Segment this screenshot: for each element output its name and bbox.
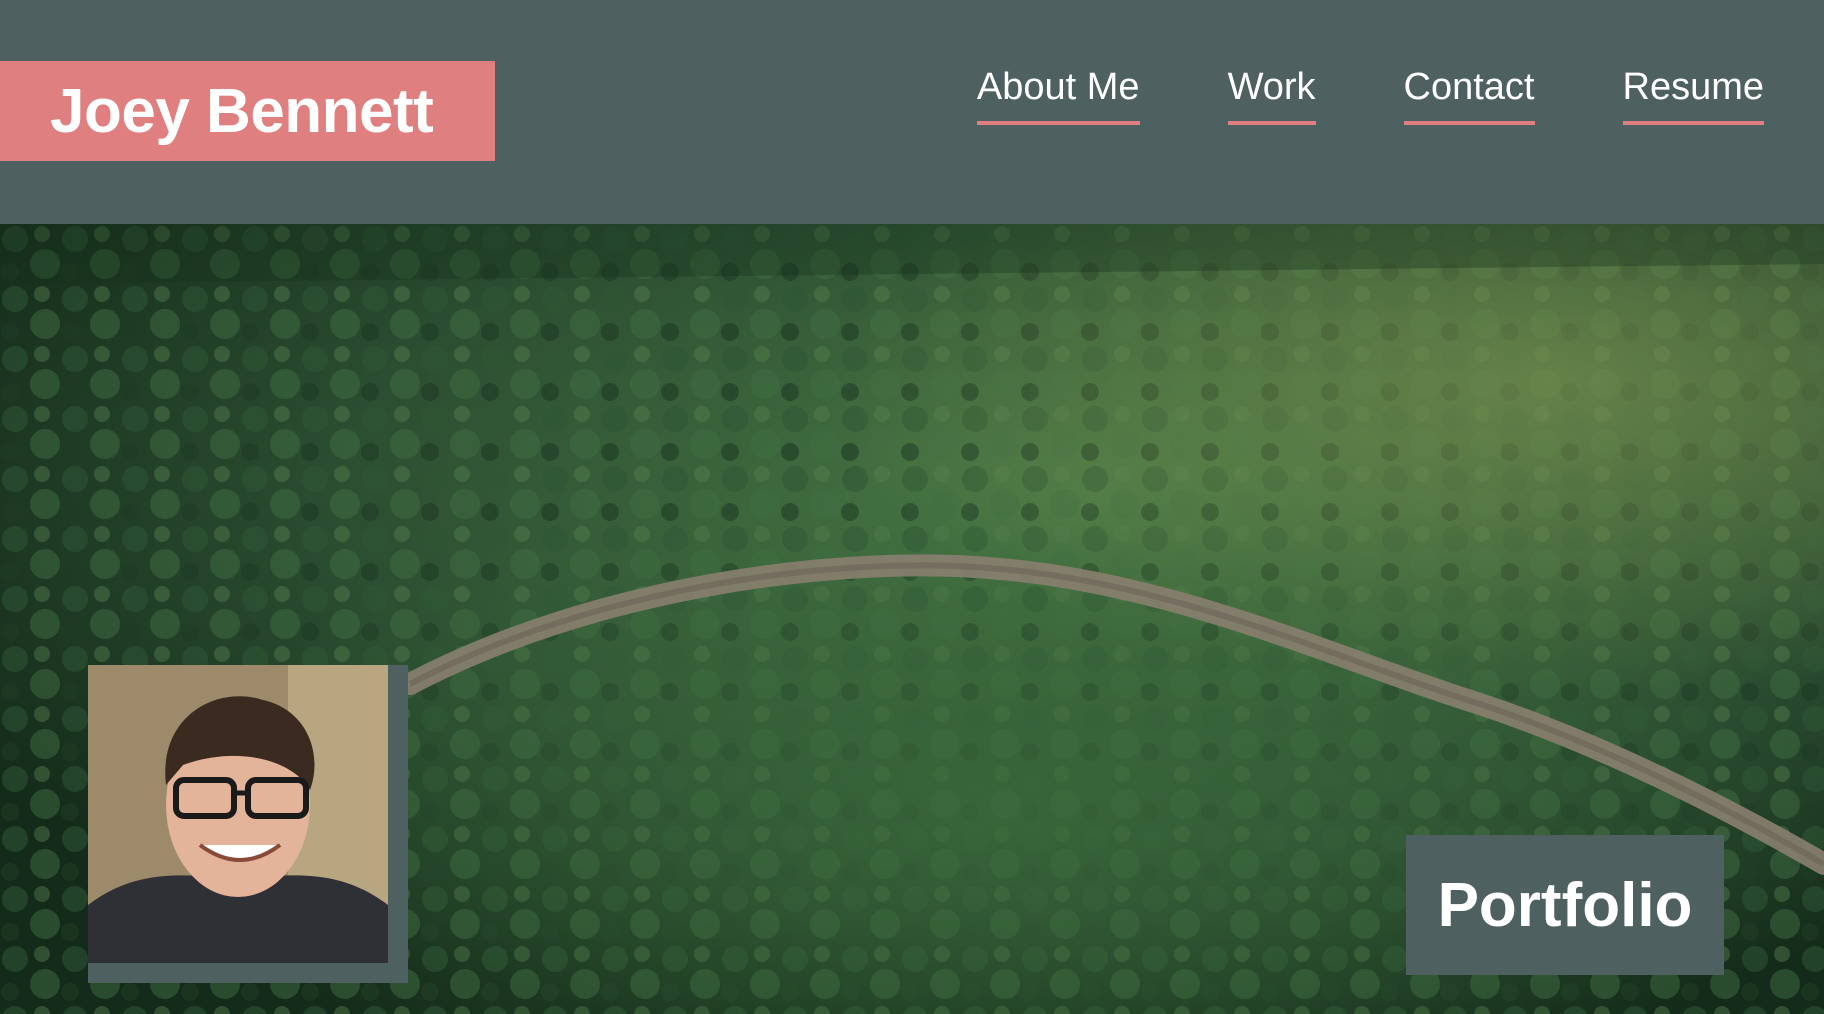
portfolio-label: Portfolio bbox=[1437, 870, 1693, 940]
brand-name: Joey Bennett bbox=[50, 76, 434, 146]
nav-link-about-me[interactable]: About Me bbox=[976, 66, 1140, 125]
nav-link-resume[interactable]: Resume bbox=[1622, 66, 1764, 125]
main-nav: About Me Work Contact Resume bbox=[976, 66, 1764, 125]
brand-logo[interactable]: Joey Bennett bbox=[0, 61, 495, 161]
profile-photo bbox=[88, 665, 388, 963]
portfolio-badge: Portfolio bbox=[1406, 835, 1724, 975]
profile-photo-frame bbox=[88, 665, 408, 983]
nav-link-work[interactable]: Work bbox=[1227, 66, 1316, 125]
site-header: Joey Bennett About Me Work Contact Resum… bbox=[0, 0, 1824, 224]
hero-banner: Portfolio bbox=[0, 224, 1824, 1014]
nav-link-contact[interactable]: Contact bbox=[1403, 66, 1535, 125]
